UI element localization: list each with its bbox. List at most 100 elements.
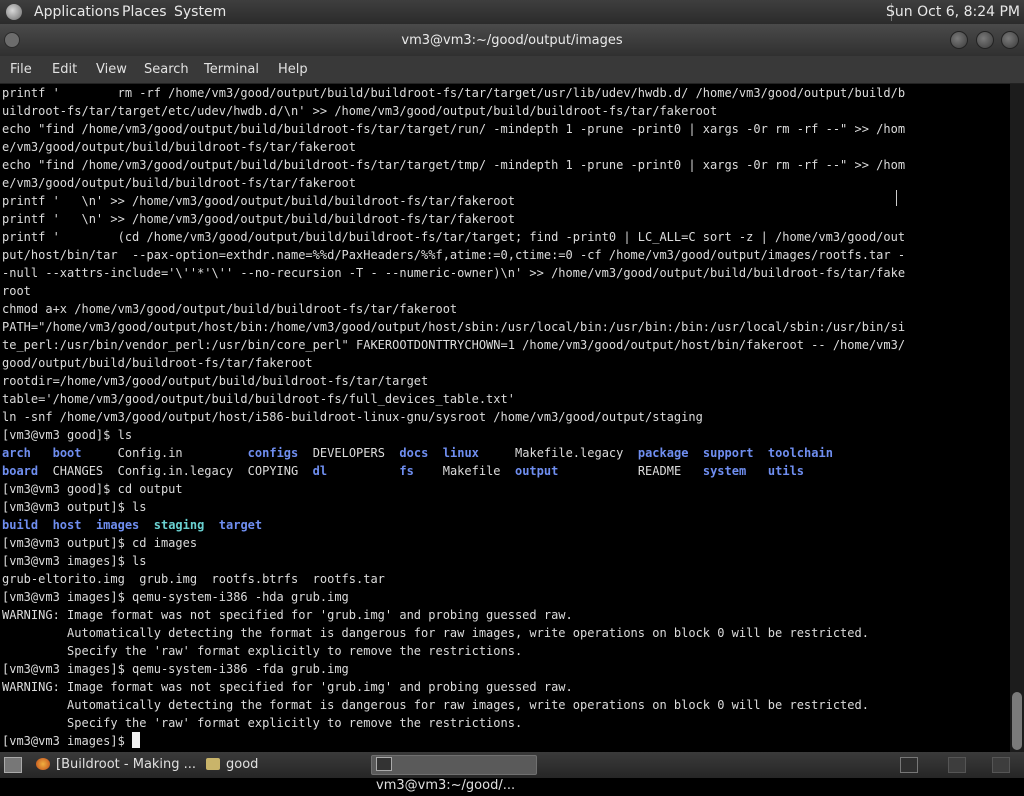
terminal-line: good/output/build/buildroot-fs/tar/faker… <box>2 356 313 370</box>
terminal-line: -null --xattrs-include='\''*'\'' --no-re… <box>2 266 905 280</box>
terminal-line: build host images staging target <box>2 518 262 532</box>
terminal-text-segment: echo "find /home/vm3/good/output/build/b… <box>2 122 906 136</box>
terminal-line: e/vm3/good/output/build/buildroot-fs/tar… <box>2 176 356 190</box>
terminal-text-segment: Makefile <box>413 464 515 478</box>
window-title: vm3@vm3:~/good/output/images <box>401 33 623 48</box>
terminal-line: echo "find /home/vm3/good/output/build/b… <box>2 122 905 136</box>
terminal-line: table='/home/vm3/good/output/build/build… <box>2 392 515 406</box>
workspace-2-icon[interactable] <box>948 757 966 773</box>
directory-name: configs <box>247 446 299 460</box>
terminal-text-segment: Automatically detecting the format is da… <box>2 698 869 712</box>
terminal-text-segment: Specify the 'raw' format explicitly to r… <box>2 644 523 658</box>
terminal-text-segment: root <box>2 284 31 298</box>
maximize-button[interactable] <box>976 31 994 49</box>
menu-terminal[interactable]: Terminal <box>204 62 259 77</box>
terminal-text-segment: put/host/bin/tar --pax-option=exthdr.nam… <box>2 248 906 262</box>
text-cursor <box>132 732 141 748</box>
terminal-text-segment: ln -snf /home/vm3/good/output/host/i586-… <box>2 410 703 424</box>
minimize-button[interactable] <box>950 31 968 49</box>
menu-edit[interactable]: Edit <box>52 62 77 77</box>
terminal-line: rootdir=/home/vm3/good/output/build/buil… <box>2 374 428 388</box>
terminal-text-segment: [vm3@vm3 output]$ cd images <box>2 536 198 550</box>
terminal-text-segment: echo "find /home/vm3/good/output/build/b… <box>2 158 906 172</box>
scrollbar-thumb[interactable] <box>1012 692 1022 750</box>
terminal-line: Specify the 'raw' format explicitly to r… <box>2 644 522 658</box>
terminal-text-segment: printf ' (cd /home/vm3/good/output/build… <box>2 230 906 244</box>
terminal-text-segment: CHANGES Config.in.legacy COPYING <box>38 464 313 478</box>
task-terminal[interactable]: vm3@vm3:~/good/... <box>371 755 537 793</box>
directory-name: utils <box>767 464 805 478</box>
directory-name: images <box>95 518 140 532</box>
directory-name: board <box>2 464 39 478</box>
system-menu[interactable]: System <box>174 4 226 20</box>
clock[interactable]: Sun Oct 6, 8:24 PM <box>886 4 1020 20</box>
terminal-scrollbar[interactable] <box>1010 84 1024 752</box>
terminal-line: PATH="/home/vm3/good/output/host/bin:/ho… <box>2 320 905 334</box>
terminal-line: printf ' \n' >> /home/vm3/good/output/bu… <box>2 194 515 208</box>
directory-name: fs <box>399 464 414 478</box>
terminal-line: [vm3@vm3 images]$ ls <box>2 554 147 568</box>
terminal-text-segment: [vm3@vm3 images]$ ls <box>2 554 147 568</box>
directory-name: linux <box>442 446 479 460</box>
menu-view[interactable]: View <box>96 62 127 77</box>
terminal-line: printf ' rm -rf /home/vm3/good/output/bu… <box>2 86 905 100</box>
terminal-line: [vm3@vm3 images]$ qemu-system-i386 -fda … <box>2 662 349 676</box>
terminal-text-segment: [vm3@vm3 images]$ qemu-system-i386 -fda … <box>2 662 349 676</box>
task-label: vm3@vm3:~/good/... <box>376 778 516 793</box>
terminal-line: printf ' (cd /home/vm3/good/output/build… <box>2 230 905 244</box>
terminal-output[interactable]: printf ' rm -rf /home/vm3/good/output/bu… <box>0 84 1010 752</box>
top-panel: Applications Places System Sun Oct 6, 8:… <box>0 0 1024 24</box>
folder-icon <box>206 758 220 770</box>
terminal-menubar: File Edit View Search Terminal Help <box>0 56 1024 84</box>
directory-name: toolchain <box>767 446 833 460</box>
window-titlebar[interactable]: vm3@vm3:~/good/output/images <box>0 24 1024 56</box>
workspace-3-icon[interactable] <box>992 757 1010 773</box>
directory-name: arch <box>2 446 31 460</box>
terminal-line: Specify the 'raw' format explicitly to r… <box>2 716 522 730</box>
applications-logo-icon[interactable] <box>6 4 22 20</box>
applications-menu[interactable]: Applications <box>34 4 120 20</box>
terminal-text-segment: [vm3@vm3 good]$ ls <box>2 428 133 442</box>
terminal-line: [vm3@vm3 good]$ cd output <box>2 482 183 496</box>
terminal-text-segment: rootdir=/home/vm3/good/output/build/buil… <box>2 374 429 388</box>
directory-name: target <box>218 518 263 532</box>
task-firefox[interactable]: [Buildroot - Making ... <box>36 755 200 775</box>
terminal-text-segment: [vm3@vm3 output]$ ls <box>2 500 147 514</box>
bottom-taskbar: [Buildroot - Making ... good vm3@vm3:~/g… <box>0 752 1024 793</box>
terminal-text-segment: printf ' rm -rf /home/vm3/good/output/bu… <box>2 86 906 100</box>
directory-name: dl <box>312 464 328 478</box>
terminal-text-segment: DEVELOPERS <box>298 446 400 460</box>
menu-file[interactable]: File <box>10 62 32 77</box>
terminal-line: WARNING: Image format was not specified … <box>2 608 573 622</box>
directory-name: docs <box>399 446 429 460</box>
directory-name: build <box>2 518 39 532</box>
terminal-text-segment: [vm3@vm3 images]$ qemu-system-i386 -hda … <box>2 590 349 604</box>
terminal-line: [vm3@vm3 output]$ ls <box>2 500 147 514</box>
menu-help[interactable]: Help <box>278 62 308 77</box>
terminal-text-segment: README <box>558 464 703 478</box>
terminal-text-segment: Config.in <box>81 446 248 460</box>
terminal-line: put/host/bin/tar --pax-option=exthdr.nam… <box>2 248 905 262</box>
terminal-line: chmod a+x /home/vm3/good/output/build/bu… <box>2 302 457 316</box>
terminal-text-segment: printf ' \n' >> /home/vm3/good/output/bu… <box>2 212 515 226</box>
workspace-switcher-icon[interactable] <box>900 757 918 773</box>
terminal-line: WARNING: Image format was not specified … <box>2 680 573 694</box>
places-menu[interactable]: Places <box>122 4 167 20</box>
task-folder[interactable]: good <box>206 755 364 775</box>
terminal-line: arch boot Config.in configs DEVELOPERS d… <box>2 446 833 460</box>
mouse-ibeam-cursor-icon <box>893 190 901 206</box>
terminal-text-segment: printf ' \n' >> /home/vm3/good/output/bu… <box>2 194 515 208</box>
directory-name: package <box>637 446 689 460</box>
terminal-line: uildroot-fs/tar/target/etc/udev/hwdb.d/\… <box>2 104 717 118</box>
menu-search[interactable]: Search <box>144 62 189 77</box>
show-desktop-icon[interactable] <box>4 757 22 773</box>
close-button[interactable] <box>1001 31 1019 49</box>
terminal-text-segment: uildroot-fs/tar/target/etc/udev/hwdb.d/\… <box>2 104 718 118</box>
